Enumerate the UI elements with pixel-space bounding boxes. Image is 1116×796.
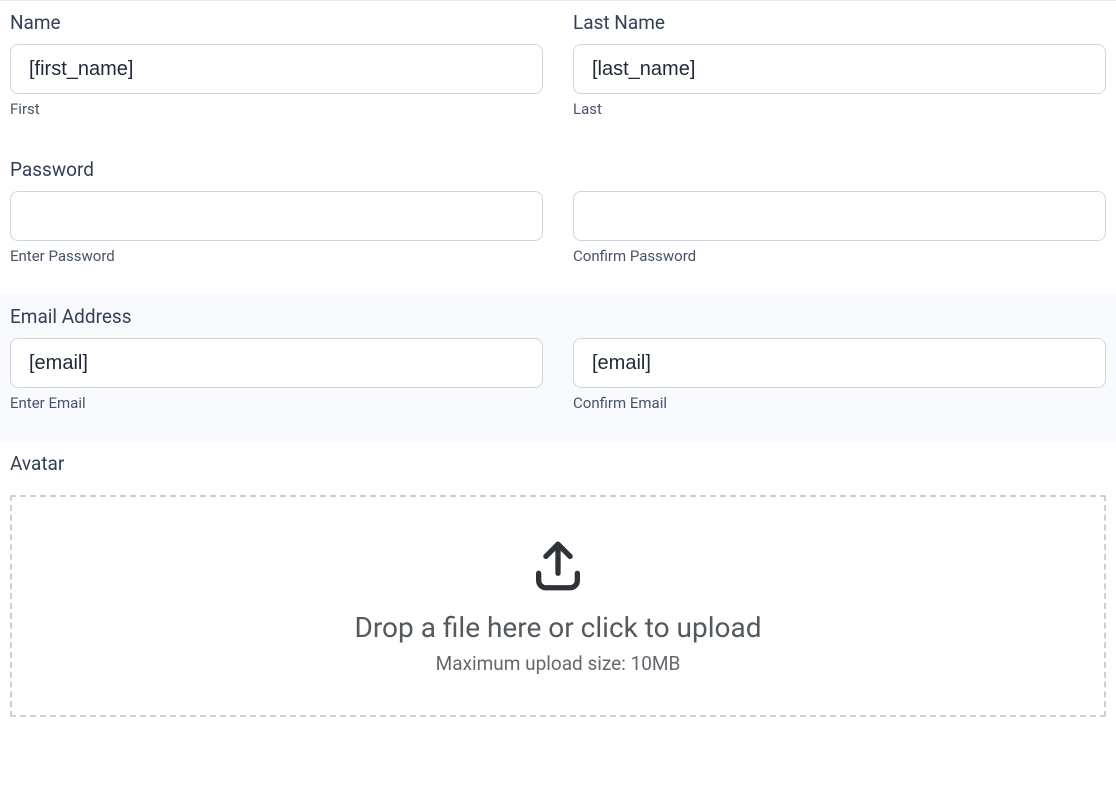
last-name-sublabel: Last <box>573 100 1106 118</box>
confirm-password-field[interactable] <box>573 191 1106 241</box>
first-name-field[interactable] <box>10 44 543 94</box>
enter-password-sublabel: Enter Password <box>10 247 543 265</box>
avatar-section: Avatar Drop a file here or click to uplo… <box>0 442 1116 747</box>
enter-email-field[interactable] <box>10 338 543 388</box>
dropzone-subtitle: Maximum upload size: 10MB <box>436 652 681 675</box>
confirm-email-field[interactable] <box>573 338 1106 388</box>
confirm-password-sublabel: Confirm Password <box>573 247 1106 265</box>
email-section: Email Address Enter Email Confirm Email <box>0 295 1116 442</box>
confirm-email-sublabel: Confirm Email <box>573 394 1106 412</box>
password-section: Password Enter Password Confirm Password <box>0 148 1116 295</box>
last-name-field[interactable] <box>573 44 1106 94</box>
email-label: Email Address <box>10 305 543 328</box>
enter-password-field[interactable] <box>10 191 543 241</box>
name-section: Name First Last Name Last <box>0 0 1116 148</box>
email-label-spacer <box>573 305 1106 328</box>
first-name-sublabel: First <box>10 100 543 118</box>
enter-email-sublabel: Enter Email <box>10 394 543 412</box>
avatar-dropzone[interactable]: Drop a file here or click to upload Maxi… <box>10 495 1106 717</box>
avatar-label: Avatar <box>10 452 1106 475</box>
upload-icon <box>529 537 587 599</box>
dropzone-title: Drop a file here or click to upload <box>354 611 761 644</box>
last-name-label: Last Name <box>573 11 1106 34</box>
name-label: Name <box>10 11 543 34</box>
password-label-spacer <box>573 158 1106 181</box>
password-label: Password <box>10 158 543 181</box>
